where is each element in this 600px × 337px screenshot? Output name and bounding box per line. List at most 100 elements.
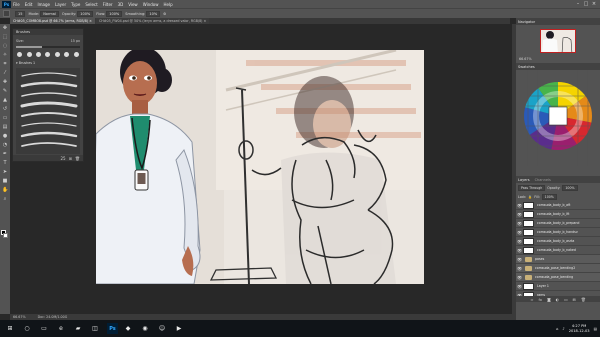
- menu-image[interactable]: Image: [37, 2, 50, 7]
- menu-file[interactable]: File: [13, 2, 20, 7]
- marquee-tool-icon[interactable]: ⬚: [2, 34, 8, 40]
- notifications-icon[interactable]: ▤: [594, 327, 597, 331]
- flow-field[interactable]: 100%: [106, 10, 123, 17]
- move-tool-icon[interactable]: ✥: [2, 25, 8, 31]
- eye-icon[interactable]: 👁: [516, 284, 523, 289]
- maximize-icon[interactable]: □: [582, 0, 590, 8]
- zoom-tool-icon[interactable]: ⌕: [2, 196, 8, 202]
- history-brush-icon[interactable]: ↺: [2, 106, 8, 112]
- menu-view[interactable]: View: [128, 2, 138, 7]
- eye-icon[interactable]: 👁: [516, 203, 523, 208]
- tab-layers[interactable]: Layers: [518, 178, 530, 182]
- folder-icon[interactable]: ▭: [564, 297, 568, 302]
- brush-preset-icon[interactable]: [36, 51, 42, 57]
- trash-icon[interactable]: 🗑: [581, 297, 586, 302]
- chrome-icon[interactable]: ◉: [138, 322, 152, 336]
- navigator-preview[interactable]: [540, 29, 576, 53]
- eye-icon[interactable]: 👁: [516, 275, 523, 280]
- eye-icon[interactable]: 👁: [516, 266, 523, 271]
- tab-navigator[interactable]: Navigator: [518, 20, 535, 24]
- eye-icon[interactable]: 👁: [516, 230, 523, 235]
- new-brush-icon[interactable]: ⊞: [69, 156, 72, 161]
- minimize-icon[interactable]: –: [574, 0, 582, 8]
- eye-icon[interactable]: 👁: [516, 221, 523, 226]
- brush-preset-icon[interactable]: [26, 51, 32, 57]
- menu-help[interactable]: Help: [163, 2, 172, 7]
- dodge-tool-icon[interactable]: ◔: [2, 142, 8, 148]
- edge-icon[interactable]: e: [54, 322, 68, 336]
- type-tool-icon[interactable]: T: [2, 160, 8, 166]
- store-icon[interactable]: ◫: [88, 322, 102, 336]
- windows-start-icon[interactable]: ⊞: [3, 322, 17, 336]
- shape-tool-icon[interactable]: ■: [2, 178, 8, 184]
- menu-filter[interactable]: Filter: [103, 2, 113, 7]
- gear-icon[interactable]: ⚙: [163, 12, 166, 16]
- layer-group-row[interactable]: 👁 poses: [516, 255, 600, 264]
- close-icon[interactable]: ×: [590, 0, 598, 8]
- layer-row[interactable]: 👁 comsuda_body_b_asrta: [516, 237, 600, 246]
- menu-edit[interactable]: Edit: [25, 2, 33, 7]
- fill-field[interactable]: 100%: [541, 193, 557, 200]
- layer-opacity-field[interactable]: 100%: [562, 184, 578, 191]
- brush-preset-icon[interactable]: [45, 51, 51, 57]
- brush-size-readout[interactable]: 15 px: [71, 39, 80, 43]
- discord-icon[interactable]: ☺: [155, 322, 169, 336]
- background-color-swatch[interactable]: [3, 233, 8, 238]
- layer-row[interactable]: 👁 comsuda_body_b_prepand: [516, 219, 600, 228]
- status-zoom[interactable]: 66.67%: [13, 315, 26, 319]
- color-wheel-panel[interactable]: [516, 70, 600, 178]
- trash-icon[interactable]: 🗑: [75, 156, 80, 161]
- photoshop-taskbar-icon[interactable]: Ps: [107, 323, 118, 334]
- brush-preset-icon[interactable]: [54, 51, 60, 57]
- network-icon[interactable]: ⌂: [556, 327, 558, 331]
- healing-tool-icon[interactable]: ✚: [2, 79, 8, 85]
- layer-row[interactable]: 👁 Layer 1: [516, 282, 600, 291]
- taskbar-clock[interactable]: 4:27 PM 2018-12-03: [569, 324, 590, 333]
- mask-icon[interactable]: ◙: [547, 297, 551, 302]
- media-icon[interactable]: ▶: [172, 322, 186, 336]
- color-wheel[interactable]: [516, 70, 600, 178]
- menu-select[interactable]: Select: [85, 2, 97, 7]
- opacity-field[interactable]: 100%: [77, 10, 94, 17]
- layer-row[interactable]: 👁 comsuda_body_b_handsv: [516, 228, 600, 237]
- adjustment-icon[interactable]: ◐: [556, 297, 559, 302]
- brush-tool-icon[interactable]: ✎: [2, 88, 8, 94]
- eye-icon[interactable]: 👁: [516, 248, 523, 253]
- volume-icon[interactable]: ♪: [562, 327, 564, 331]
- menu-window[interactable]: Window: [143, 2, 159, 7]
- path-select-tool-icon[interactable]: ➤: [2, 169, 8, 175]
- layer-group-row[interactable]: 👁 comsuda_pose_bending: [516, 273, 600, 282]
- fx-icon[interactable]: fx: [538, 297, 542, 302]
- drawing-canvas[interactable]: [96, 50, 424, 284]
- brush-tool-preset-icon[interactable]: [3, 10, 10, 17]
- smoothing-field[interactable]: 10%: [146, 10, 161, 17]
- menu-layer[interactable]: Layer: [55, 2, 66, 7]
- brush-folder-row[interactable]: ▾ Brushes 1: [16, 61, 80, 66]
- brush-size-slider[interactable]: [16, 46, 80, 48]
- search-icon[interactable]: ○: [20, 322, 34, 336]
- stamp-tool-icon[interactable]: ▲: [2, 97, 8, 103]
- app-icon[interactable]: ◆: [121, 322, 135, 336]
- tab-swatches[interactable]: Swatches: [518, 65, 535, 69]
- pen-tool-icon[interactable]: ✒: [2, 151, 8, 157]
- brush-preset-icon[interactable]: [73, 51, 79, 57]
- gradient-tool-icon[interactable]: ▤: [2, 124, 8, 130]
- brush-size-option[interactable]: 15: [14, 10, 26, 17]
- tab-channels[interactable]: Channels: [535, 178, 551, 182]
- brush-size-value[interactable]: 15: [15, 10, 26, 17]
- hand-tool-icon[interactable]: ✋: [2, 187, 8, 193]
- link-icon[interactable]: ∞: [530, 297, 533, 302]
- menu-type[interactable]: Type: [71, 2, 80, 7]
- eyedropper-tool-icon[interactable]: ⁄: [2, 70, 8, 76]
- lock-icon[interactable]: 🔒: [528, 195, 532, 199]
- file-explorer-icon[interactable]: ▰: [71, 322, 85, 336]
- blur-tool-icon[interactable]: ●: [2, 133, 8, 139]
- layer-row[interactable]: 👁 comsuda_body_b_naked: [516, 246, 600, 255]
- blend-mode-select[interactable]: Pass Through: [518, 184, 546, 191]
- eraser-tool-icon[interactable]: ▭: [2, 115, 8, 121]
- navigator-panel[interactable]: 66.67%: [516, 25, 600, 63]
- quick-select-tool-icon[interactable]: ✧: [2, 52, 8, 58]
- brush-preset-icon[interactable]: [17, 51, 23, 57]
- crop-tool-icon[interactable]: ⌗: [2, 61, 8, 67]
- layer-row[interactable]: 👁 comsuda_body_b_lft: [516, 210, 600, 219]
